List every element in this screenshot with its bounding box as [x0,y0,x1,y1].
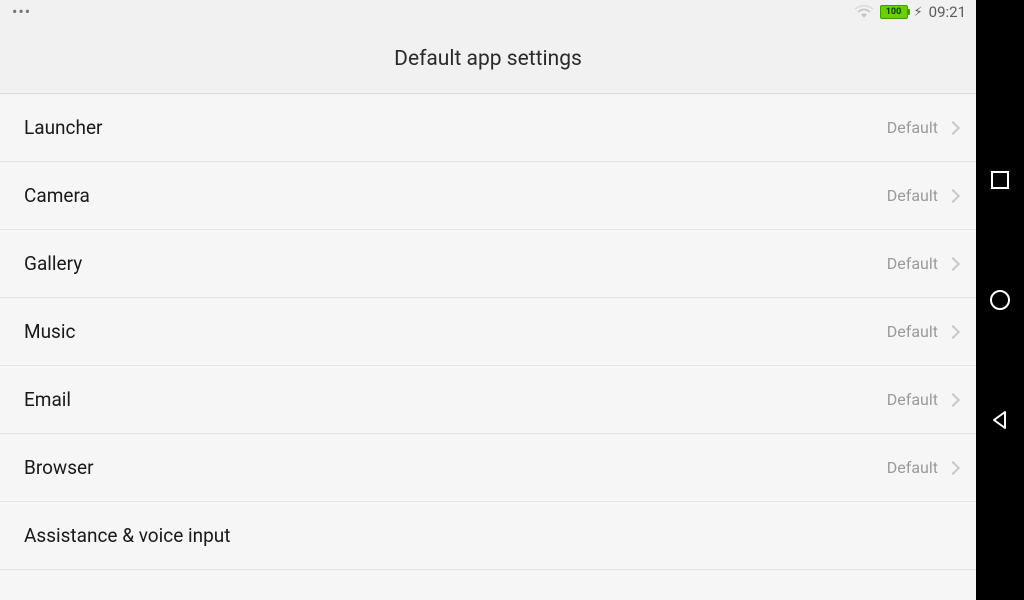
list-item[interactable]: LauncherDefault [0,94,976,162]
item-value: Default [887,390,938,409]
item-label: Assistance & voice input [24,524,958,547]
chevron-right-icon [946,324,960,338]
item-value: Default [887,458,938,477]
battery-level: 100 [886,8,902,17]
charging-icon: ⚡︎ [914,5,923,20]
item-label: Camera [24,184,887,207]
clock: 09:21 [929,3,966,21]
item-value: Default [887,322,938,341]
item-label: Email [24,388,887,411]
item-label: Browser [24,456,887,479]
more-icon: ••• [12,4,31,20]
status-left: ••• [12,4,31,20]
screen: ••• 100 ⚡︎ 09:21 Default app settings La… [0,0,976,600]
list-item[interactable]: EmailDefault [0,366,976,434]
list-item[interactable]: CameraDefault [0,162,976,230]
list-item[interactable]: Assistance & voice input [0,502,976,570]
recent-apps-button[interactable] [989,169,1011,191]
battery-icon: 100 [880,5,908,19]
system-nav-bar [976,0,1024,600]
list-item[interactable]: MusicDefault [0,298,976,366]
chevron-right-icon [946,188,960,202]
page-title-bar: Default app settings [0,24,976,94]
chevron-right-icon [946,256,960,270]
home-button[interactable] [989,289,1011,311]
item-value: Default [887,254,938,273]
back-button[interactable] [989,409,1011,431]
chevron-right-icon [946,392,960,406]
item-label: Music [24,320,887,343]
list-item[interactable]: GalleryDefault [0,230,976,298]
chevron-right-icon [946,120,960,134]
status-right: 100 ⚡︎ 09:21 [854,3,967,21]
item-value: Default [887,186,938,205]
item-value: Default [887,118,938,137]
settings-list[interactable]: LauncherDefaultCameraDefaultGalleryDefau… [0,94,976,600]
status-bar: ••• 100 ⚡︎ 09:21 [0,0,976,24]
chevron-right-icon [946,460,960,474]
item-label: Gallery [24,252,887,275]
list-item[interactable]: BrowserDefault [0,434,976,502]
page-title: Default app settings [394,47,582,71]
item-label: Launcher [24,116,887,139]
wifi-icon [854,5,874,19]
